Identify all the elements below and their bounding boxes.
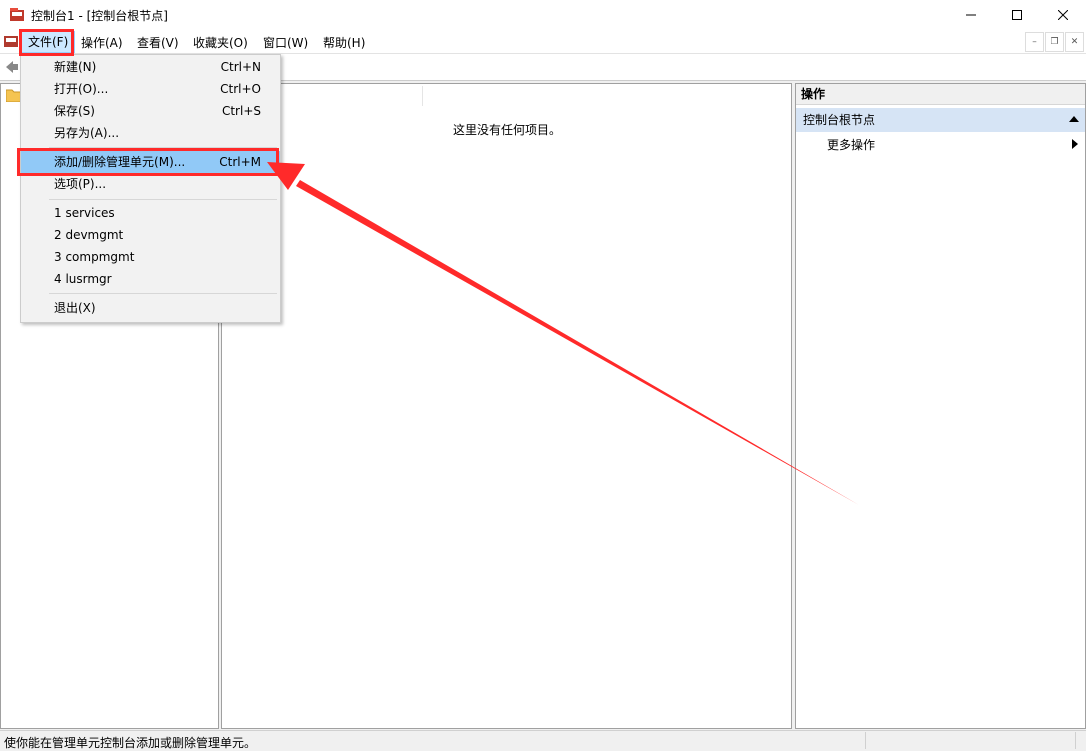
annotation-arrow-icon	[0, 0, 1086, 749]
arrow-shaft	[296, 180, 859, 505]
